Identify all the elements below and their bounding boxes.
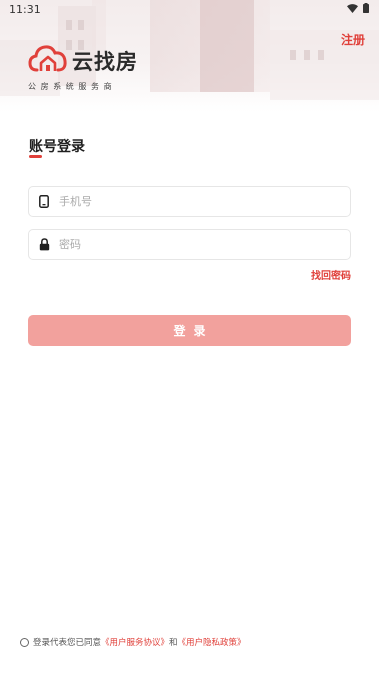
agreement-prefix: 登录代表您已同意 — [33, 638, 102, 648]
status-bar: 11:31 — [0, 0, 379, 18]
logo-name: 云找房 — [72, 50, 138, 74]
password-field[interactable] — [28, 229, 351, 260]
agreement-and: 和 — [169, 638, 178, 648]
page-title: 账号登录 — [29, 139, 85, 155]
logo-subtitle: 公房系统服务商 — [28, 82, 117, 91]
title-underline — [29, 155, 42, 158]
lock-icon — [37, 238, 51, 252]
logo: 云找房 公房系统服务商 — [28, 44, 138, 92]
user-agreement-link[interactable]: 《用户服务协议》 — [101, 636, 169, 648]
agreement-radio[interactable] — [20, 637, 29, 647]
register-link[interactable]: 注册 — [341, 31, 365, 48]
password-input[interactable] — [59, 238, 329, 251]
battery-icon — [363, 2, 369, 16]
forgot-password-link[interactable]: 找回密码 — [311, 267, 351, 282]
privacy-policy-link[interactable]: 《用户隐私政策》 — [178, 636, 246, 648]
status-time: 11:31 — [9, 2, 41, 16]
wifi-icon — [347, 3, 358, 16]
phone-icon — [37, 195, 51, 209]
agreement-row: 登录代表您已同意 《用户服务协议》 和 《用户隐私政策》 — [20, 636, 246, 648]
phone-field[interactable] — [28, 186, 351, 217]
phone-input[interactable] — [59, 195, 329, 208]
login-button[interactable]: 登录 — [28, 315, 351, 346]
cloud-house-icon — [28, 44, 68, 78]
